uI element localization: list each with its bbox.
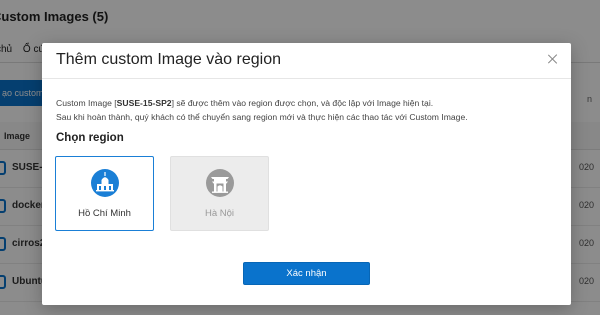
- ha-noi-landmark-icon: [206, 169, 234, 197]
- image-name-highlight: SUSE-15-SP2: [116, 98, 172, 108]
- region-option-ha-noi: Hà Nội: [170, 156, 269, 231]
- add-image-to-region-dialog: Thêm custom Image vào region Custom Imag…: [42, 43, 571, 305]
- region-option-ho-chi-minh[interactable]: Hồ Chí Minh: [55, 156, 154, 231]
- region-name: Hà Nội: [204, 208, 235, 219]
- dialog-header: Thêm custom Image vào region: [42, 43, 571, 79]
- close-icon[interactable]: [545, 52, 561, 68]
- description-line-2: Sau khi hoàn thành, quý khách có thể chu…: [56, 112, 468, 122]
- choose-region-label: Chọn region: [56, 132, 124, 144]
- confirm-button[interactable]: Xác nhận: [243, 262, 370, 285]
- dialog-title: Thêm custom Image vào region: [56, 51, 281, 68]
- description-line-1: Custom Image [SUSE-15-SP2] sẽ được thêm …: [56, 98, 434, 108]
- ho-chi-minh-landmark-icon: [91, 169, 119, 197]
- dialog-description: Custom Image [SUSE-15-SP2] sẽ được thêm …: [56, 96, 561, 124]
- region-name: Hồ Chí Minh: [78, 208, 131, 219]
